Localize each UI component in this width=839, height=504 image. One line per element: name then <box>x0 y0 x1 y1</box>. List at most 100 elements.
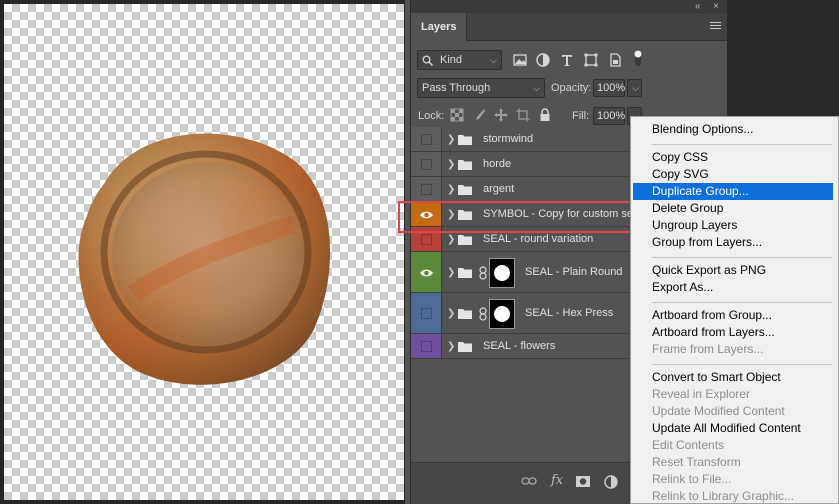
layer-visibility-toggle[interactable] <box>411 293 442 333</box>
transparent-canvas[interactable] <box>4 4 404 500</box>
folder-icon <box>458 135 472 145</box>
blend-mode-select[interactable]: Pass Through ⌵ <box>417 78 545 98</box>
adjustment-filter-icon[interactable] <box>535 52 551 68</box>
menu-item-copy-svg[interactable]: Copy SVG <box>633 166 833 183</box>
menu-item-delete-group[interactable]: Delete Group <box>633 200 833 217</box>
menu-item-reset-transform: Reset Transform <box>652 455 741 469</box>
chevron-down-icon: ⌵ <box>533 83 540 93</box>
menu-separator <box>652 364 832 365</box>
layer-mask-thumbnail[interactable] <box>489 298 515 329</box>
chevron-right-icon[interactable]: ❯ <box>447 341 455 352</box>
layer-mask-thumbnail[interactable] <box>489 257 515 288</box>
filter-toggle-switch[interactable] <box>633 48 643 68</box>
menu-item-ungroup-layers[interactable]: Ungroup Layers <box>633 217 833 234</box>
folder-icon <box>458 309 472 319</box>
fill-label: Fill: <box>572 110 590 122</box>
menu-item-quick-export-as-png[interactable]: Quick Export as PNG <box>633 262 833 279</box>
document-canvas-area[interactable] <box>0 0 405 504</box>
menu-item-blending-options[interactable]: Blending Options... <box>633 121 833 138</box>
menu-item-edit-contents: Edit Contents <box>652 438 725 452</box>
folder-icon <box>458 160 472 170</box>
visibility-empty-box <box>421 159 432 170</box>
eye-icon <box>420 269 433 276</box>
smart-object-filter-icon[interactable] <box>607 52 623 68</box>
layer-context-menu: Blending Options... Copy CSS Copy SVG Dupli… <box>630 116 839 504</box>
panel-tab-bar: Layers <box>411 13 727 41</box>
chevron-down-icon: ⌵ <box>632 83 639 93</box>
layer-name: horde <box>483 158 512 170</box>
layer-filter-kind-select[interactable]: Kind ⌵ <box>417 50 502 70</box>
menu-item-artboard-from-layers[interactable]: Artboard from Layers... <box>633 324 833 341</box>
menu-item-update-all-modified-content[interactable]: Update All Modified Content <box>633 420 833 437</box>
chevron-down-icon: ⌵ <box>490 55 497 65</box>
lock-transparent-pixels-icon[interactable] <box>449 107 465 123</box>
shape-filter-icon[interactable] <box>583 52 599 68</box>
menu-item-frame-from-layers: Frame from Layers... <box>652 342 764 356</box>
menu-item-reveal-in-explorer: Reveal in Explorer <box>652 387 751 401</box>
mask-link-icon[interactable] <box>479 265 487 280</box>
lock-image-pixels-icon[interactable] <box>471 107 487 123</box>
layer-visibility-toggle[interactable] <box>411 177 442 201</box>
opacity-dropdown-button[interactable]: ⌵ <box>627 79 642 97</box>
folder-icon <box>458 342 472 352</box>
chevron-right-icon[interactable]: ❯ <box>447 267 455 278</box>
panel-menu-icon[interactable] <box>710 22 721 31</box>
blend-mode-value: Pass Through <box>422 82 491 94</box>
menu-item-relink-to-library-graphic: Relink to Library Graphic... <box>652 489 795 503</box>
menu-separator <box>652 302 832 303</box>
mask-link-icon[interactable] <box>479 306 487 321</box>
menu-item-relink-to-file: Relink to File... <box>652 472 732 486</box>
lock-artboard-icon[interactable] <box>515 107 531 123</box>
layer-name: SEAL - flowers <box>483 340 556 352</box>
adjustment-layer-icon[interactable] <box>603 474 619 490</box>
layer-visibility-toggle[interactable] <box>411 334 442 358</box>
menu-item-artboard-from-group[interactable]: Artboard from Group... <box>633 307 833 324</box>
visibility-empty-box <box>421 234 432 245</box>
wax-seal-artwork <box>78 133 331 385</box>
menu-item-convert-to-smart-object[interactable]: Convert to Smart Object <box>633 369 833 386</box>
fx-icon[interactable]: fx <box>551 473 563 488</box>
menu-item-update-modified-content: Update Modified Content <box>652 404 785 418</box>
chevron-right-icon[interactable]: ❯ <box>447 184 455 195</box>
layer-name: SEAL - round variation <box>483 233 594 245</box>
menu-item-duplicate-group[interactable]: Duplicate Group... <box>633 183 833 200</box>
menu-item-export-as[interactable]: Export As... <box>633 279 833 296</box>
layer-name: SEAL - Hex Press <box>525 307 614 319</box>
visibility-empty-box <box>421 134 432 145</box>
layer-name: stormwind <box>483 133 534 145</box>
folder-icon <box>458 185 472 195</box>
collapse-panel-icon[interactable]: « <box>695 0 701 13</box>
folder-icon <box>458 235 472 245</box>
highlight-annotation-box <box>398 201 638 233</box>
layer-name: argent <box>483 183 515 195</box>
fill-input[interactable]: 100% <box>593 107 625 125</box>
panel-title-bar: « × <box>411 0 727 13</box>
lock-label: Lock: <box>418 110 445 122</box>
link-layers-icon[interactable] <box>521 475 537 487</box>
layer-visibility-toggle[interactable] <box>411 252 442 292</box>
layer-name: SEAL - Plain Round <box>525 266 623 278</box>
type-filter-icon[interactable] <box>559 52 575 68</box>
chevron-right-icon[interactable]: ❯ <box>447 234 455 245</box>
lock-all-icon[interactable] <box>537 107 553 123</box>
menu-separator <box>652 144 832 145</box>
close-panel-icon[interactable]: × <box>713 0 719 13</box>
chevron-right-icon[interactable]: ❯ <box>447 308 455 319</box>
menu-separator <box>652 257 832 258</box>
chevron-right-icon[interactable]: ❯ <box>447 159 455 170</box>
opacity-label: Opacity: <box>551 82 592 94</box>
pixel-filter-icon[interactable] <box>512 52 528 68</box>
menu-item-copy-css[interactable]: Copy CSS <box>633 149 833 166</box>
lock-position-icon[interactable] <box>493 107 509 123</box>
chevron-right-icon[interactable]: ❯ <box>447 134 455 145</box>
add-mask-icon[interactable] <box>575 475 591 488</box>
visibility-empty-box <box>421 184 432 195</box>
filter-kind-label: Kind <box>440 54 463 66</box>
folder-icon <box>458 268 472 278</box>
layer-visibility-toggle[interactable] <box>411 152 442 176</box>
opacity-input[interactable]: 100% <box>593 79 625 97</box>
menu-item-group-from-layers[interactable]: Group from Layers... <box>633 234 833 251</box>
layer-visibility-toggle[interactable] <box>411 127 442 151</box>
tab-layers[interactable]: Layers <box>411 13 468 41</box>
visibility-empty-box <box>421 308 432 319</box>
